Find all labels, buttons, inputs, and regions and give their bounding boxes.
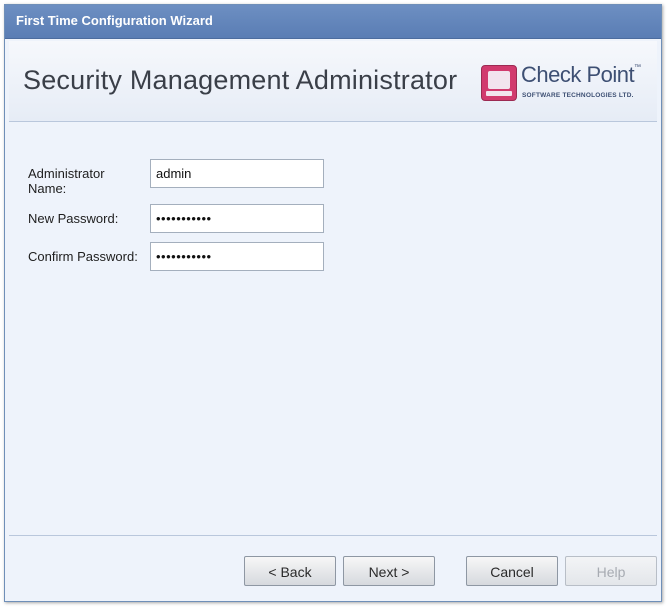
new-password-field[interactable] — [150, 204, 324, 233]
next-button[interactable]: Next > — [343, 556, 435, 586]
footer-divider — [9, 535, 657, 536]
admin-name-field[interactable] — [150, 159, 324, 188]
logo-subtitle: SOFTWARE TECHNOLOGIES LTD. — [522, 92, 634, 99]
admin-name-label: Administrator Name: — [28, 166, 105, 196]
check-point-logo: Check Point ™ SOFTWARE TECHNOLOGIES LTD. — [481, 59, 641, 103]
confirm-password-field[interactable] — [150, 242, 324, 271]
wizard-header: Security Management Administrator Check … — [9, 41, 657, 122]
wizard-window: First Time Configuration Wizard Security… — [4, 4, 662, 602]
title-bar[interactable]: First Time Configuration Wizard — [5, 5, 661, 39]
new-password-label: New Password: — [28, 211, 119, 226]
confirm-password-label: Confirm Password: — [28, 249, 138, 264]
check-point-logo-icon — [481, 65, 517, 101]
page-title: Security Management Administrator — [23, 65, 458, 95]
logo-brand-text: Check Point — [521, 62, 635, 87]
help-button[interactable]: Help — [565, 556, 657, 586]
logo-trademark: ™ — [634, 64, 641, 71]
cancel-button[interactable]: Cancel — [466, 556, 558, 586]
window-title: First Time Configuration Wizard — [16, 13, 213, 28]
back-button[interactable]: < Back — [244, 556, 336, 586]
